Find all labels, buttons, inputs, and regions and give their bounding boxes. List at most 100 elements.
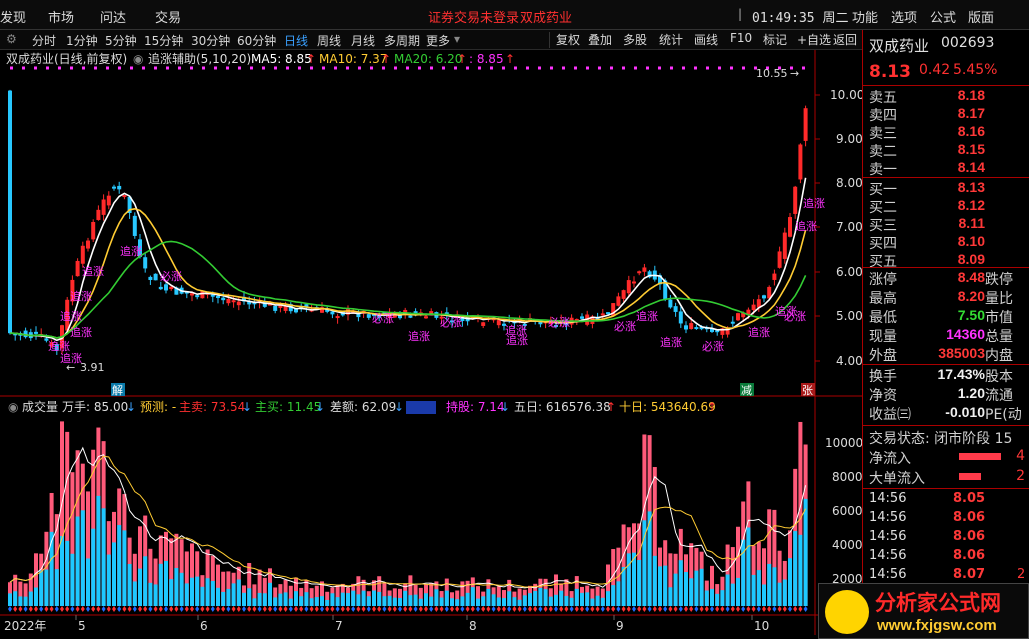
volume-bar-inner bbox=[793, 531, 798, 606]
row-label: 卖四 bbox=[869, 108, 897, 124]
volume-bar-inner bbox=[611, 585, 616, 606]
candle-body bbox=[236, 301, 241, 306]
menu-discover[interactable]: 发现 bbox=[0, 7, 26, 26]
volume-bar-inner bbox=[678, 560, 683, 606]
tab-more[interactable]: 更多 bbox=[426, 32, 450, 49]
btn-mark[interactable]: 标记 bbox=[760, 31, 790, 48]
candle-body bbox=[678, 311, 683, 324]
chart-area[interactable]: 双成药业(日线,前复权) ◉ 追涨辅助(5,10,20) MA5: 8.85 ↑… bbox=[0, 50, 862, 635]
ma20-value: MA20: 6.20 bbox=[394, 52, 462, 66]
candle-body bbox=[106, 195, 111, 206]
btn-back[interactable]: 返回 bbox=[830, 31, 860, 48]
signal-label: 追涨 bbox=[795, 219, 817, 233]
tab-monthly[interactable]: 月线 bbox=[351, 32, 375, 49]
menu-wenda[interactable]: 问达 bbox=[100, 7, 126, 26]
row-value: 8.09 bbox=[957, 251, 985, 267]
row-value: 385003 bbox=[938, 345, 985, 361]
candle-body bbox=[80, 245, 85, 264]
btn-stats[interactable]: 统计 bbox=[656, 31, 686, 48]
tab-weekly[interactable]: 周线 bbox=[317, 32, 341, 49]
tab-60min[interactable]: 60分钟 bbox=[237, 32, 276, 49]
ask-row: 卖一 8.14 bbox=[867, 159, 1027, 178]
tab-1min[interactable]: 1分钟 bbox=[66, 32, 98, 49]
signal-label: 必涨 bbox=[372, 312, 394, 325]
row-label: 买二 bbox=[869, 200, 897, 216]
menu-market[interactable]: 市场 bbox=[48, 7, 74, 26]
volume-bar-inner bbox=[663, 565, 668, 606]
menu-bar: 发现 市场 问达 交易 证券交易未登录 双成药业 01:49:35 周二 功能 … bbox=[0, 0, 1029, 30]
candle-body bbox=[803, 108, 808, 141]
menu-trade[interactable]: 交易 bbox=[155, 7, 181, 26]
btn-draw[interactable]: 画线 bbox=[691, 31, 721, 48]
tab-fenshi[interactable]: 分时 bbox=[32, 32, 56, 49]
volume-bar-inner bbox=[600, 597, 605, 606]
volume-bar-inner bbox=[434, 589, 439, 606]
stat-row: 净资 1.20 流通 bbox=[867, 385, 1027, 404]
volume-bar-inner bbox=[528, 593, 532, 606]
btn-add-watch[interactable]: +自选 bbox=[794, 31, 834, 48]
volume-bar-inner bbox=[351, 590, 356, 606]
volume-bar-inner bbox=[340, 592, 345, 606]
dropdown-arrow-icon[interactable]: ▾ bbox=[454, 32, 460, 46]
menu-options[interactable]: 选项 bbox=[891, 7, 917, 26]
signal-label: 必涨 bbox=[160, 270, 182, 283]
signal-label: 必涨 bbox=[548, 316, 570, 329]
candle-body bbox=[481, 322, 486, 326]
trade-state-row: 交易状态: 闭市阶段 15 bbox=[867, 428, 1027, 447]
tick-time: 14:56 bbox=[869, 491, 907, 506]
volume-bar-inner bbox=[138, 568, 142, 606]
divider bbox=[863, 488, 1029, 489]
tab-daily[interactable]: 日线 bbox=[284, 32, 308, 49]
marker-jian-label: 减 bbox=[741, 384, 752, 397]
volume-bar-inner bbox=[28, 591, 33, 606]
row-value: 8.20 bbox=[957, 288, 985, 304]
btn-overlay[interactable]: 叠加 bbox=[585, 31, 615, 48]
volume-bar-inner bbox=[372, 590, 376, 606]
btn-f10[interactable]: F10 bbox=[727, 31, 755, 45]
candle-body bbox=[34, 331, 38, 334]
marker-zhang-label: 张 bbox=[802, 384, 813, 397]
volume-bar-inner bbox=[127, 564, 132, 606]
tab-15min[interactable]: 15分钟 bbox=[144, 32, 183, 49]
volume-bar-inner bbox=[257, 592, 262, 606]
volume-bar-inner bbox=[382, 596, 387, 606]
menu-formula[interactable]: 公式 bbox=[930, 7, 956, 26]
volume-bar-inner bbox=[460, 596, 465, 606]
candle-body bbox=[408, 315, 413, 318]
candle-body bbox=[668, 299, 673, 308]
btn-multi-stock[interactable]: 多股 bbox=[620, 31, 650, 48]
menu-function[interactable]: 功能 bbox=[852, 7, 878, 26]
candle-body bbox=[330, 311, 335, 315]
stat-row: 最低 7.50 市值 bbox=[867, 307, 1027, 326]
stat-row: 涨停 8.48 跌停 bbox=[867, 269, 1027, 288]
tab-multi-period[interactable]: 多周期 bbox=[384, 32, 420, 49]
menu-layout[interactable]: 版面 bbox=[968, 7, 994, 26]
tab-30min[interactable]: 30分钟 bbox=[191, 32, 230, 49]
volume-bar-inner bbox=[621, 566, 626, 606]
divider bbox=[863, 364, 1029, 365]
candle-body bbox=[164, 284, 168, 291]
ask-row: 卖五 8.18 bbox=[867, 87, 1027, 106]
volume-bar-inner bbox=[788, 558, 792, 606]
volume-bar-inner bbox=[174, 567, 179, 606]
btn-adjust[interactable]: 复权 bbox=[553, 31, 583, 48]
signal-label: 必涨 bbox=[614, 320, 636, 333]
stat-row: 外盘 385003 内盘 bbox=[867, 345, 1027, 364]
high-arrow-icon: → bbox=[790, 67, 799, 80]
tab-5min[interactable]: 5分钟 bbox=[105, 32, 137, 49]
settings-icon[interactable]: ⚙ bbox=[6, 32, 17, 46]
bid-row: 买一 8.13 bbox=[867, 179, 1027, 198]
ytick: 8.00 bbox=[836, 176, 862, 190]
candle-body bbox=[75, 260, 80, 277]
volume-bar-inner bbox=[200, 586, 205, 606]
vtick: 6000 bbox=[832, 504, 862, 518]
signal-label: 追涨 bbox=[803, 196, 825, 210]
bid-row: 买三 8.11 bbox=[867, 215, 1027, 234]
volume-bar-inner bbox=[148, 582, 153, 606]
xtick: 8 bbox=[469, 619, 477, 633]
volume-bar-inner bbox=[39, 570, 44, 606]
ytick: 7.00 bbox=[836, 220, 862, 234]
login-status[interactable]: 证券交易未登录 bbox=[428, 7, 519, 26]
volume-bar-inner bbox=[75, 516, 80, 606]
volume-bar-inner bbox=[470, 587, 475, 606]
